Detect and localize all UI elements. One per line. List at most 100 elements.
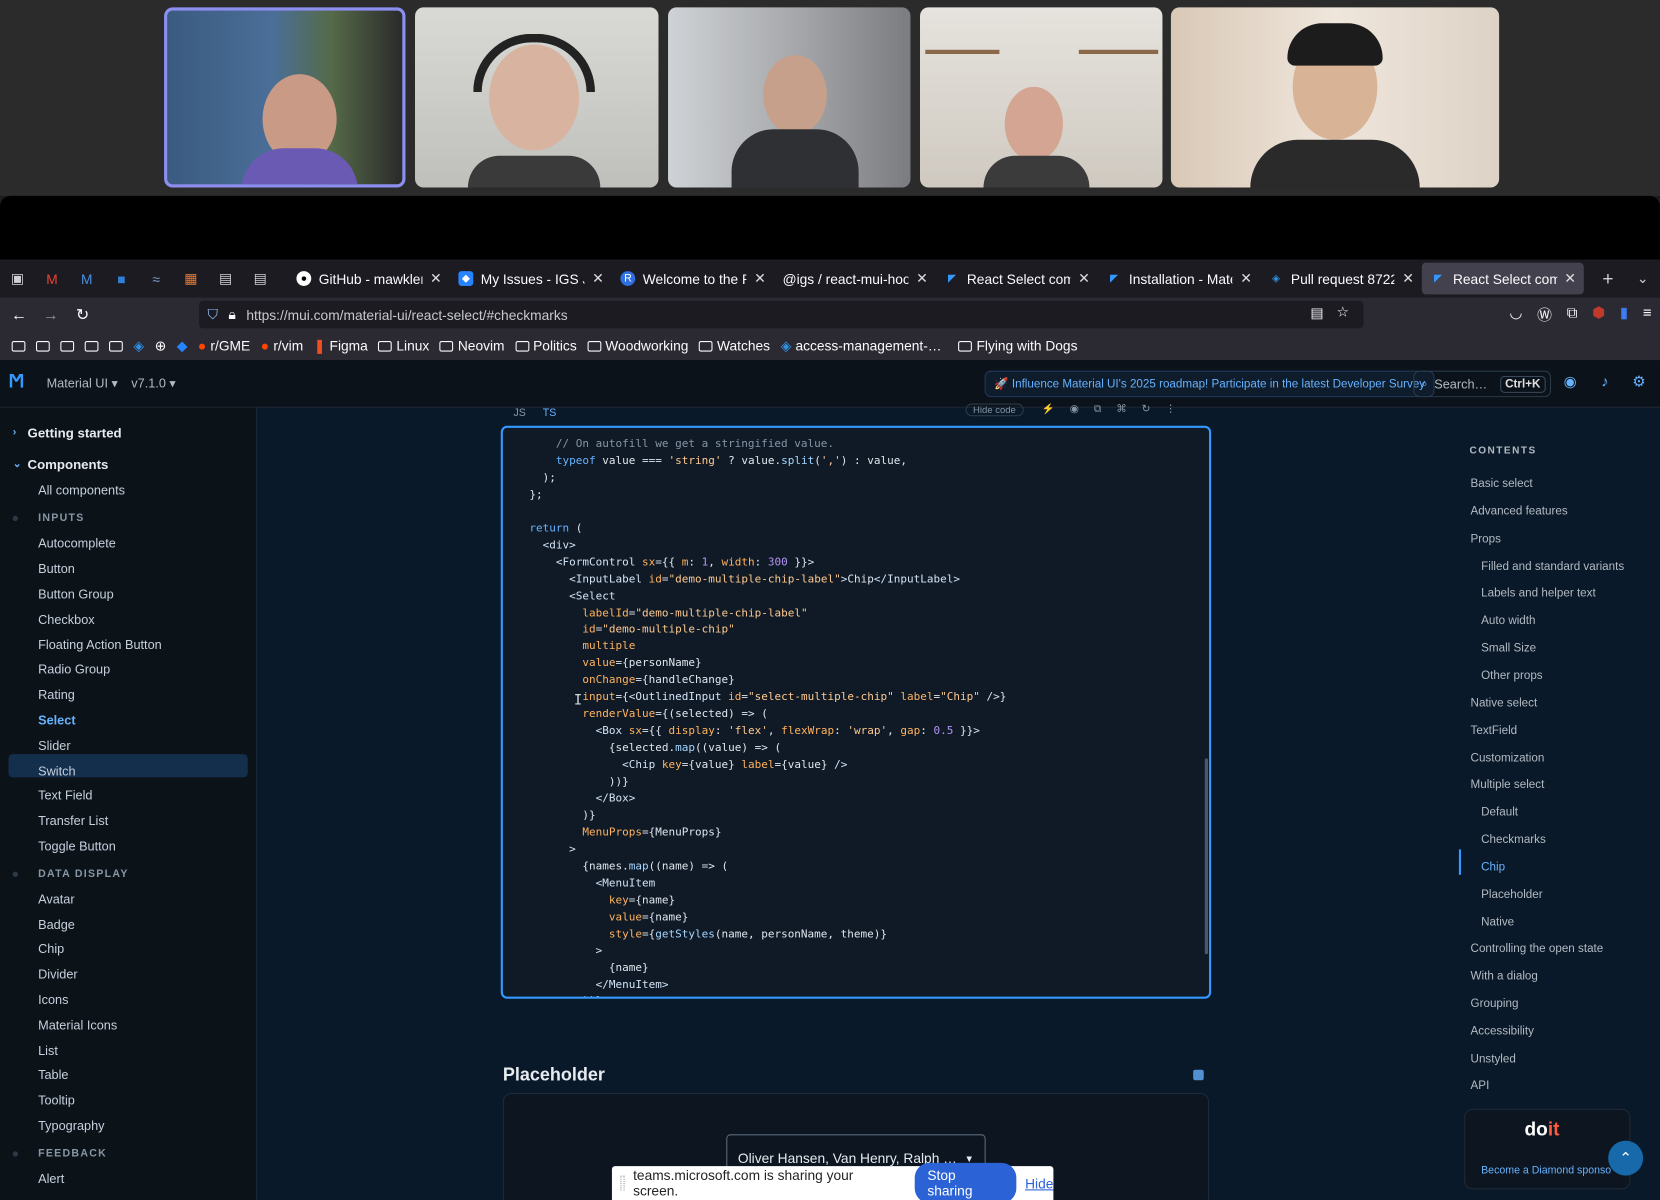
nav-components[interactable]: ⌄ Components — [13, 458, 109, 473]
toc-item[interactable]: Placeholder — [1481, 889, 1543, 902]
toc-item[interactable]: Multiple select — [1471, 778, 1545, 791]
pinned-tab-4[interactable]: ≈ — [139, 259, 174, 297]
toc-item[interactable]: Basic select — [1471, 478, 1533, 491]
survey-banner-link[interactable]: 🚀 Influence Material UI's 2025 roadmap! … — [984, 370, 1435, 398]
diamond-sponsor-card[interactable]: doit Become a Diamond sponso — [1464, 1108, 1631, 1190]
toc-item[interactable]: Auto width — [1481, 614, 1535, 627]
scroll-to-top-button[interactable]: ⌃ — [1608, 1140, 1644, 1176]
close-icon[interactable]: ✕ — [592, 270, 604, 287]
bookmark-jira[interactable]: ◆ — [171, 337, 192, 354]
close-icon[interactable]: ✕ — [1402, 270, 1414, 287]
bookmark-folder[interactable] — [104, 340, 128, 352]
bookmark-azure[interactable]: ◈ — [128, 337, 149, 354]
participant-video-3[interactable] — [668, 7, 911, 188]
nav-item-switch[interactable]: Switch — [38, 764, 75, 779]
mui-logo-icon[interactable]: Ϻ — [8, 371, 36, 394]
bookmark-star-icon[interactable]: ☆ — [1336, 304, 1348, 321]
nav-item-icons[interactable]: Icons — [38, 992, 68, 1007]
toc-item[interactable]: Advanced features — [1471, 505, 1568, 518]
hide-code-button[interactable]: Hide code — [965, 403, 1024, 417]
bookmark-watches[interactable]: Watches — [694, 338, 776, 354]
nav-item-badge[interactable]: Badge — [38, 917, 75, 932]
toc-item[interactable]: Native select — [1471, 697, 1538, 710]
reset-icon[interactable]: ↻ — [1142, 404, 1151, 417]
bookmark-folder[interactable] — [6, 340, 30, 352]
bookmark-globe[interactable]: ⊕ — [149, 337, 171, 354]
toc-item[interactable]: Controlling the open state — [1471, 943, 1604, 956]
pocket-icon[interactable]: ◡ — [1509, 304, 1522, 325]
anchor-link-icon[interactable] — [1193, 1069, 1204, 1081]
bookmark-woodworking[interactable]: Woodworking — [582, 338, 694, 354]
search-button[interactable]: ⌕ Search… Ctrl+K — [1413, 370, 1551, 398]
nav-item-slider[interactable]: Slider — [38, 738, 70, 753]
nav-item-button[interactable]: Button — [38, 561, 75, 576]
github-icon[interactable]: ◉ — [1070, 404, 1079, 417]
hide-sharing-bar-link[interactable]: Hide — [1025, 1175, 1053, 1191]
ublock-icon[interactable]: ⬢ — [1592, 304, 1605, 325]
toc-item[interactable]: Filled and standard variants — [1481, 560, 1624, 573]
lock-icon[interactable]: 🔒︎ — [228, 306, 235, 323]
menu-icon[interactable]: ≡ — [1643, 304, 1652, 325]
nav-item-list[interactable]: List — [38, 1043, 58, 1058]
browser-tab-welcome[interactable]: RWelcome to the Rep✕ — [612, 263, 774, 295]
nav-item-transfer-list[interactable]: Transfer List — [38, 813, 108, 828]
close-icon[interactable]: ✕ — [1564, 270, 1576, 287]
version-switcher[interactable]: v7.1.0 ▾ — [131, 376, 176, 391]
participant-video-5[interactable] — [1170, 7, 1500, 188]
nav-item-divider[interactable]: Divider — [38, 967, 78, 982]
nav-item-tooltip[interactable]: Tooltip — [38, 1093, 75, 1108]
forward-arrow-icon[interactable]: → — [35, 306, 67, 324]
outlook-pinned-tab[interactable]: ■ — [104, 259, 139, 297]
bitwarden-icon[interactable]: ▮ — [1620, 304, 1628, 325]
url-bar[interactable]: ⛉ 🔒︎ https://mui.com/material-ui/react-s… — [199, 300, 1364, 329]
nav-item-chip[interactable]: Chip — [38, 942, 64, 957]
tab-ts[interactable]: TS — [543, 408, 557, 423]
browser-tab-react-select-active[interactable]: ◤React Select compo✕ — [1422, 262, 1585, 295]
bookmark-access-management[interactable]: ◈ access-management-… — [775, 337, 947, 354]
copy-icon[interactable]: ⧉ — [1094, 404, 1102, 417]
bookmark-r-vim[interactable]: ● r/vim — [255, 338, 308, 354]
bookmark-figma[interactable]: ❚ Figma — [308, 337, 373, 354]
wordpress-extension-icon[interactable]: Ⓦ — [1537, 304, 1552, 325]
toc-item[interactable]: Grouping — [1471, 998, 1519, 1011]
close-icon[interactable]: ✕ — [1078, 270, 1090, 287]
code-editor[interactable]: // On autofill we get a stringified valu… — [500, 425, 1212, 999]
toc-item[interactable]: Unstyled — [1471, 1053, 1516, 1066]
drag-handle-icon[interactable] — [620, 1175, 625, 1191]
extensions-icon[interactable]: ⧉ — [1567, 304, 1578, 325]
nav-item-radio-group[interactable]: Radio Group — [38, 662, 110, 677]
close-icon[interactable]: ✕ — [754, 270, 766, 287]
nav-item-select[interactable]: Select — [38, 713, 75, 728]
toc-item[interactable]: Accessibility — [1471, 1025, 1534, 1038]
reader-view-icon[interactable]: ▤ — [1310, 305, 1323, 322]
nav-item-rating[interactable]: Rating — [38, 687, 75, 702]
gmail-pinned-tab[interactable]: M — [35, 259, 70, 297]
toc-item[interactable]: Default — [1481, 806, 1518, 819]
participant-video-4[interactable] — [920, 7, 1163, 188]
url-text[interactable]: https://mui.com/material-ui/react-select… — [246, 307, 567, 323]
list-tabs-chevron-icon[interactable]: ⌄ — [1625, 259, 1660, 297]
nav-item-typography[interactable]: Typography — [38, 1118, 104, 1133]
bookmark-folder[interactable] — [79, 340, 103, 352]
close-icon[interactable]: ✕ — [1240, 270, 1252, 287]
code-block[interactable]: // On autofill we get a stringified valu… — [503, 436, 1006, 996]
toc-item[interactable]: API — [1471, 1079, 1490, 1092]
pinned-tab-6[interactable]: ▤ — [208, 259, 243, 297]
more-icon[interactable]: ⋮ — [1165, 404, 1176, 417]
nav-item-text-field[interactable]: Text Field — [38, 788, 92, 803]
become-sponsor-link[interactable]: Become a Diamond sponso — [1481, 1165, 1611, 1177]
pinned-tab-7[interactable]: ▤ — [243, 259, 278, 297]
participant-video-1[interactable] — [164, 7, 406, 188]
nav-all-components[interactable]: All components — [38, 483, 125, 498]
focus-icon[interactable]: ⌘ — [1116, 404, 1127, 417]
toc-item[interactable]: With a dialog — [1471, 970, 1538, 983]
nav-item-alert[interactable]: Alert — [38, 1171, 64, 1186]
nav-item-fab[interactable]: Floating Action Button — [38, 638, 162, 653]
browser-tab-github[interactable]: ●GitHub - mawkler/js✕ — [288, 263, 450, 295]
github-icon[interactable]: ◉ — [1559, 373, 1580, 394]
nav-item-button-group[interactable]: Button Group — [38, 587, 114, 602]
pinned-tab-5[interactable]: ▦ — [173, 259, 208, 297]
nav-item-autocomplete[interactable]: Autocomplete — [38, 536, 116, 551]
bookmark-neovim[interactable]: Neovim — [435, 338, 510, 354]
browser-tab-pull-request[interactable]: ◈Pull request 87223:✕ — [1260, 263, 1422, 295]
